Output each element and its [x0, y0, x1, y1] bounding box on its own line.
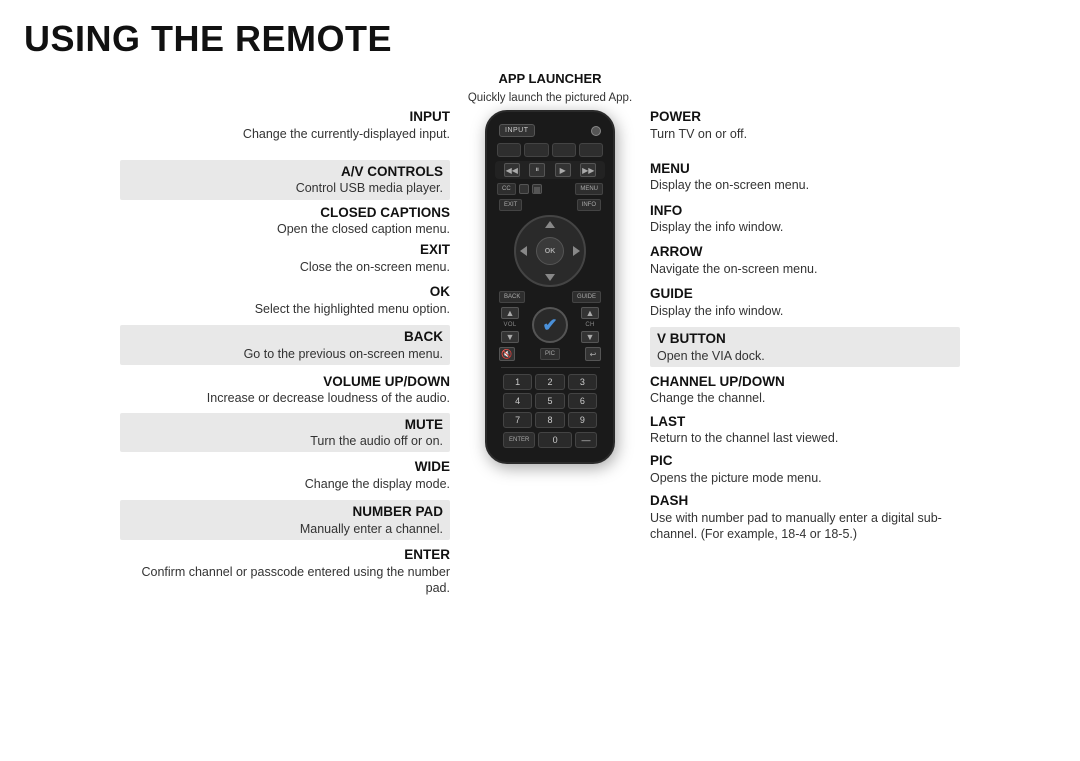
- dpad-right-arrow[interactable]: [573, 246, 580, 256]
- play-button[interactable]: ▶: [555, 163, 571, 177]
- remote-body: INPUT ◀◀ ⏸ ▶ ▶▶ CC: [485, 110, 615, 464]
- fast-forward-button[interactable]: ▶▶: [580, 163, 596, 177]
- dash-button[interactable]: —: [575, 432, 597, 448]
- right-annotations: POWER Turn TV on or off. MENU Display th…: [640, 70, 960, 548]
- annotation-arrow: ARROW Navigate the on-screen menu.: [650, 243, 960, 277]
- ch-up-button[interactable]: ▲: [581, 307, 599, 319]
- num-0-button[interactable]: 0: [538, 432, 572, 448]
- app-btn-1[interactable]: [497, 143, 521, 157]
- cc-group: CC: [497, 183, 542, 195]
- numpad-row-2: 4 5 6: [503, 393, 597, 409]
- annotation-menu: MENU Display the on-screen menu.: [650, 160, 960, 194]
- annotation-back: BACK Go to the previous on-screen menu.: [120, 325, 450, 365]
- annotation-channel: CHANNEL UP/DOWN Change the channel.: [650, 373, 960, 407]
- cc-row: CC MENU: [495, 183, 605, 195]
- app-btn-2[interactable]: [524, 143, 548, 157]
- num-1-button[interactable]: 1: [503, 374, 532, 390]
- info-button[interactable]: INFO: [577, 199, 601, 211]
- numpad-row-1: 1 2 3: [503, 374, 597, 390]
- last-button[interactable]: ↩: [585, 347, 601, 361]
- num-2-button[interactable]: 2: [535, 374, 564, 390]
- dpad-left-arrow[interactable]: [520, 246, 527, 256]
- vol-ch-row: ▲ VOL ▼ ✔ ▲ CH ▼: [495, 307, 605, 343]
- num-9-button[interactable]: 9: [568, 412, 597, 428]
- exit-button[interactable]: EXIT: [499, 199, 522, 211]
- dot-button[interactable]: [519, 184, 529, 194]
- annotation-wide: WIDE Change the display mode.: [120, 458, 450, 492]
- v-button[interactable]: ✔: [532, 307, 568, 343]
- annotation-last: LAST Return to the channel last viewed.: [650, 413, 960, 447]
- transport-row: ◀◀ ⏸ ▶ ▶▶: [495, 161, 605, 179]
- annotation-av-controls: A/V CONTROLS Control USB media player.: [120, 160, 450, 200]
- app-btn-4[interactable]: [579, 143, 603, 157]
- ch-col: ▲ CH ▼: [581, 307, 599, 343]
- annotation-mute: MUTE Turn the audio off or on.: [120, 413, 450, 453]
- annotation-dash: DASH Use with number pad to manually ent…: [650, 492, 960, 542]
- remote-top-row: INPUT: [495, 122, 605, 139]
- dpad: OK: [514, 215, 586, 287]
- app-launcher-label: APP LAUNCHER Quickly launch the pictured…: [468, 70, 632, 106]
- vol-up-button[interactable]: ▲: [501, 307, 519, 319]
- back-button[interactable]: BACK: [499, 291, 525, 303]
- mute-button[interactable]: 🔇: [499, 347, 515, 361]
- vol-col: ▲ VOL ▼: [501, 307, 519, 343]
- exit-info-row: EXIT INFO: [495, 199, 605, 211]
- ch-down-button[interactable]: ▼: [581, 331, 599, 343]
- app-buttons-row: [495, 143, 605, 157]
- dpad-down-arrow[interactable]: [545, 274, 555, 281]
- numpad: 1 2 3 4 5 6 7 8 9: [495, 374, 605, 428]
- remote-divider: [501, 367, 600, 368]
- annotation-info: INFO Display the info window.: [650, 202, 960, 236]
- power-led: [591, 126, 601, 136]
- pause-button[interactable]: ⏸: [529, 163, 545, 177]
- annotation-volume: VOLUME UP/DOWN Increase or decrease loud…: [120, 373, 450, 407]
- app-btn-3[interactable]: [552, 143, 576, 157]
- left-annotations: INPUT Change the currently-displayed inp…: [120, 70, 460, 602]
- page-title: USING THE REMOTE: [0, 0, 1080, 70]
- annotation-enter: ENTER Confirm channel or passcode entere…: [120, 546, 450, 596]
- annotation-pic: PIC Opens the picture mode menu.: [650, 452, 960, 486]
- annotation-number-pad: NUMBER PAD Manually enter a channel.: [120, 500, 450, 540]
- numpad-row-3: 7 8 9: [503, 412, 597, 428]
- num-6-button[interactable]: 6: [568, 393, 597, 409]
- annotation-exit: EXIT Close the on-screen menu.: [120, 241, 450, 275]
- annotation-v-button: V BUTTON Open the VIA dock.: [650, 327, 960, 367]
- back-guide-row: BACK GUIDE: [495, 291, 605, 303]
- annotation-guide: GUIDE Display the info window.: [650, 285, 960, 319]
- annotation-ok: OK Select the highlighted menu option.: [120, 283, 450, 317]
- enter-button[interactable]: ENTER: [503, 432, 535, 448]
- annotation-input: INPUT Change the currently-displayed inp…: [120, 108, 450, 142]
- ok-button[interactable]: OK: [536, 237, 564, 265]
- stop-button[interactable]: [532, 184, 542, 194]
- num-3-button[interactable]: 3: [568, 374, 597, 390]
- rewind-button[interactable]: ◀◀: [504, 163, 520, 177]
- guide-button[interactable]: GUIDE: [572, 291, 601, 303]
- num-4-button[interactable]: 4: [503, 393, 532, 409]
- annotation-power: POWER Turn TV on or off.: [650, 108, 960, 142]
- remote-column: APP LAUNCHER Quickly launch the pictured…: [460, 70, 640, 464]
- cc-button[interactable]: CC: [497, 183, 516, 195]
- input-button[interactable]: INPUT: [499, 124, 535, 137]
- vol-down-button[interactable]: ▼: [501, 331, 519, 343]
- num-5-button[interactable]: 5: [535, 393, 564, 409]
- menu-button[interactable]: MENU: [575, 183, 603, 195]
- enter-row: ENTER 0 —: [495, 432, 605, 448]
- num-8-button[interactable]: 8: [535, 412, 564, 428]
- annotation-closed-captions: CLOSED CAPTIONS Open the closed caption …: [120, 204, 450, 238]
- mute-pic-last-row: 🔇 PIC ↩: [495, 347, 605, 361]
- num-7-button[interactable]: 7: [503, 412, 532, 428]
- pic-button[interactable]: PIC: [540, 348, 560, 360]
- dpad-up-arrow[interactable]: [545, 221, 555, 228]
